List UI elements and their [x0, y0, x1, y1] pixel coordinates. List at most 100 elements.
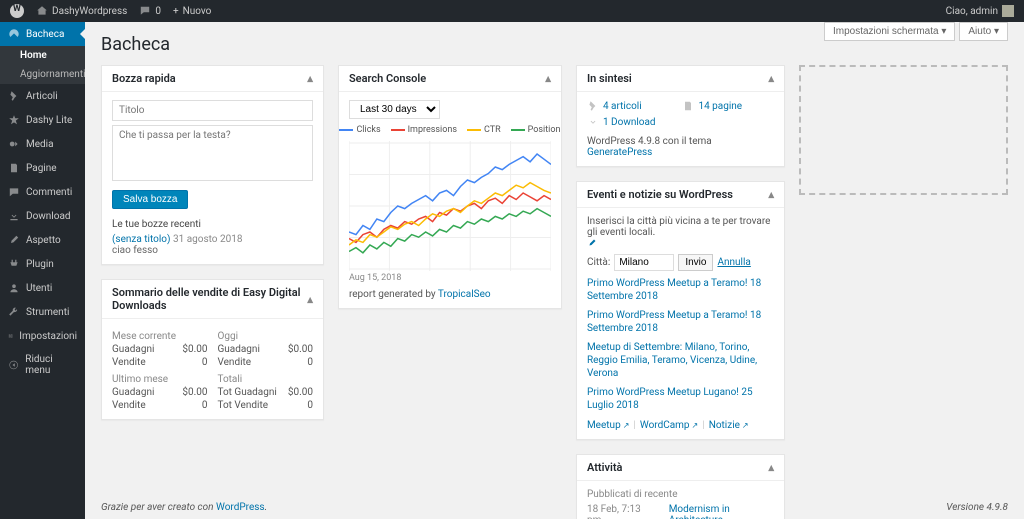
sidebar-item-commenti[interactable]: Commenti [0, 180, 85, 204]
sidebar-item-label: Bacheca [26, 29, 64, 40]
edd-label: Vendite [112, 357, 146, 368]
toggle-arrow-icon[interactable]: ▴ [768, 72, 774, 85]
draft-title-input[interactable] [112, 100, 313, 121]
sidebar-item-label: Aspetto [26, 235, 61, 246]
sidebar-item-label: Articoli [26, 91, 58, 102]
edd-section: Oggi [217, 331, 312, 342]
edd-label: Vendite [112, 400, 146, 411]
meetup-link[interactable]: Meetup [587, 420, 629, 431]
news-link[interactable]: Notizie [709, 420, 749, 431]
user-menu[interactable]: Ciao, admin [946, 5, 1014, 17]
event-link[interactable]: Primo WordPress Meetup a Teramo! 18 Sett… [587, 277, 774, 303]
draft-content-textarea[interactable] [112, 125, 313, 181]
page-icon [8, 162, 20, 174]
toggle-arrow-icon[interactable]: ▴ [768, 188, 774, 201]
glance-pagine[interactable]: 14 pagine [682, 100, 774, 112]
glance-version-text: WordPress 4.9.8 con il tema [587, 136, 712, 147]
comment-bubble-icon [139, 5, 151, 17]
comment-icon [8, 186, 20, 198]
event-link[interactable]: Primo WordPress Meetup a Teramo! 18 Sett… [587, 309, 774, 335]
sidebar-item-plugin[interactable]: Plugin [0, 252, 85, 276]
pencil-icon[interactable] [587, 238, 597, 248]
report-link[interactable]: TropicalSeo [438, 289, 491, 300]
edd-value: 0 [307, 400, 313, 411]
wp-logo-menu[interactable] [10, 4, 24, 18]
edd-value: 0 [202, 357, 208, 368]
sidebar-item-dashylite[interactable]: Dashy Lite [0, 108, 85, 132]
edd-section: Totali [217, 374, 312, 385]
plug-icon [8, 258, 20, 270]
city-cancel-link[interactable]: Annulla [717, 257, 750, 268]
edd-summary-box: Sommario delle vendite di Easy Digital D… [101, 279, 324, 420]
plus-icon: + [173, 6, 179, 17]
draft-link[interactable]: (senza titolo) [112, 234, 171, 245]
dashboard-content: Bacheca Bozza rapida▴ Salva bozza Le tue… [85, 22, 1024, 519]
sliders-icon [8, 330, 13, 342]
search-console-title: Search Console [349, 72, 426, 85]
collapse-icon [8, 359, 19, 371]
edd-value: 0 [307, 357, 313, 368]
events-list: Primo WordPress Meetup a Teramo! 18 Sett… [587, 277, 774, 412]
edd-label: Vendite [217, 357, 251, 368]
download-icon [8, 210, 20, 222]
new-content-link[interactable]: + Nuovo [173, 6, 211, 17]
save-draft-button[interactable]: Salva bozza [112, 190, 188, 209]
glance-theme-link[interactable]: GeneratePress [587, 147, 652, 158]
sidebar-item-label: Impostazioni [19, 331, 77, 342]
sidebar-sub-aggiornamenti[interactable]: Aggiornamenti [0, 65, 85, 84]
glance-articoli[interactable]: 4 articoli [587, 100, 679, 112]
legend-label: Clicks [356, 125, 380, 135]
quick-draft-box: Bozza rapida▴ Salva bozza Le tue bozze r… [101, 65, 324, 265]
footer-thanks: Grazie per aver creato con [101, 502, 216, 513]
sidebar-item-aspetto[interactable]: Aspetto [0, 228, 85, 252]
chart-legend: Clicks Impressions CTR Position [349, 125, 551, 135]
city-submit-button[interactable]: Invio [678, 254, 713, 271]
sidebar-item-utenti[interactable]: Utenti [0, 276, 85, 300]
toggle-arrow-icon[interactable]: ▴ [768, 461, 774, 474]
sidebar-item-strumenti[interactable]: Strumenti [0, 300, 85, 324]
sidebar-item-download[interactable]: Download [0, 204, 85, 228]
page-icon [682, 100, 694, 112]
chart-canvas [349, 141, 551, 271]
glance-download[interactable]: 1 Download [587, 116, 679, 128]
sidebar-item-label: Download [26, 211, 71, 222]
sidebar-item-label: Commenti [26, 187, 72, 198]
event-link[interactable]: Meetup di Settembre: Milano, Torino, Reg… [587, 341, 774, 380]
admin-sidebar: Bacheca Home Aggiornamenti Articoli Dash… [0, 22, 85, 519]
recent-drafts-heading: Le tue bozze recenti [112, 219, 313, 230]
collapse-label: Riduci menu [25, 354, 77, 376]
edd-title: Sommario delle vendite di Easy Digital D… [112, 286, 307, 312]
sidebar-item-label: Plugin [26, 259, 54, 270]
legend-swatch [339, 129, 353, 131]
empty-drop-zone[interactable] [799, 65, 1008, 195]
toggle-arrow-icon[interactable]: ▴ [545, 72, 551, 85]
site-link[interactable]: DashyWordpress [36, 5, 127, 17]
sidebar-collapse[interactable]: Riduci menu [0, 348, 85, 382]
glance-label: 4 articoli [603, 101, 642, 112]
sidebar-sub-home[interactable]: Home [0, 46, 85, 65]
comments-link[interactable]: 0 [139, 5, 161, 17]
sidebar-item-media[interactable]: Media [0, 132, 85, 156]
edd-section: Mese corrente [112, 331, 207, 342]
wordcamp-link[interactable]: WordCamp [640, 420, 698, 431]
wp-events-box: Eventi e notizie su WordPress▴ Inserisci… [576, 181, 785, 440]
footer-wp-link[interactable]: WordPress [216, 502, 265, 513]
sidebar-item-impostazioni[interactable]: Impostazioni [0, 324, 85, 348]
search-console-box: Search Console ▴ Last 30 days Clicks Impr… [338, 65, 562, 309]
sidebar-item-bacheca[interactable]: Bacheca [0, 22, 85, 46]
date-range-select[interactable]: Last 30 days [349, 100, 440, 119]
events-prompt: Inserisci la città più vicina a te per t… [587, 216, 771, 238]
edd-label: Guadagni [112, 344, 154, 355]
event-link[interactable]: Primo WordPress Meetup Lugano! 25 Luglio… [587, 386, 774, 412]
sidebar-item-pagine[interactable]: Pagine [0, 156, 85, 180]
edd-section: Ultimo mese [112, 374, 207, 385]
sidebar-item-label: Media [26, 139, 54, 150]
toggle-arrow-icon[interactable]: ▴ [307, 72, 313, 85]
edd-value: $0.00 [182, 344, 207, 355]
sidebar-item-articoli[interactable]: Articoli [0, 84, 85, 108]
city-input[interactable] [614, 254, 674, 271]
city-label: Città: [587, 257, 610, 268]
site-name-label: DashyWordpress [52, 6, 127, 17]
edd-label: Tot Guadagni [217, 387, 276, 398]
toggle-arrow-icon[interactable]: ▴ [307, 293, 313, 306]
